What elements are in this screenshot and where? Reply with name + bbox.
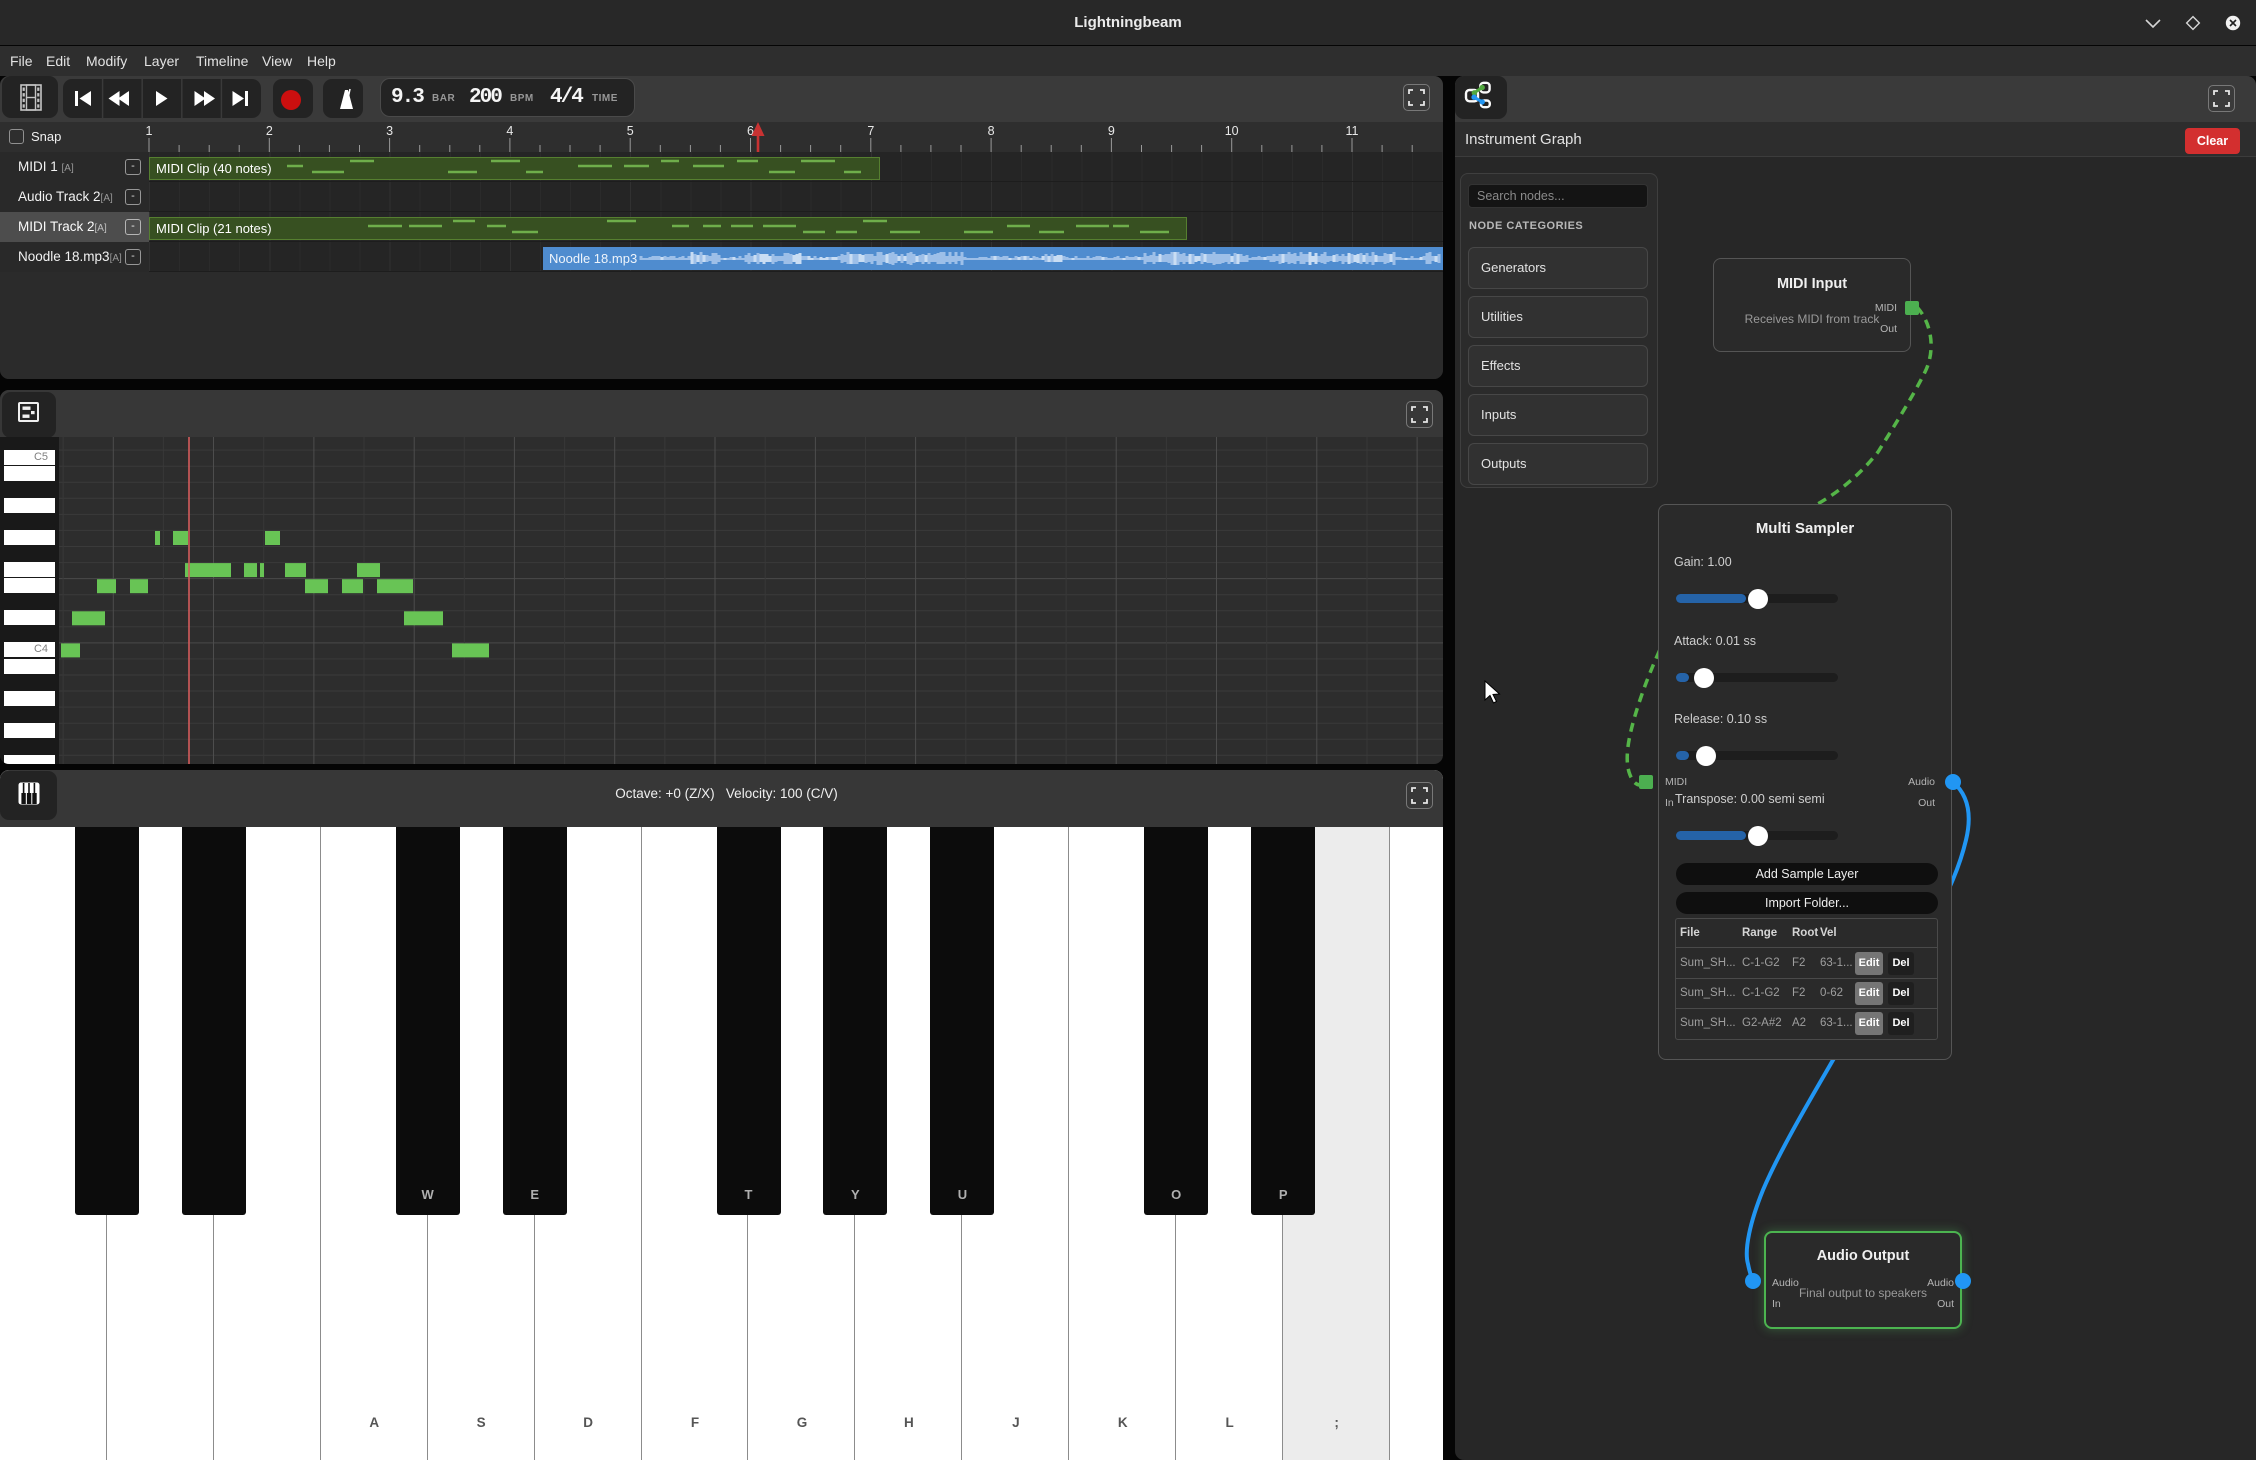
svg-text:2: 2 xyxy=(266,124,273,138)
svg-text:4: 4 xyxy=(506,124,513,138)
svg-text:10: 10 xyxy=(1225,124,1239,138)
svg-text:9: 9 xyxy=(1108,124,1115,138)
svg-text:11: 11 xyxy=(1346,124,1359,138)
svg-text:1: 1 xyxy=(146,124,153,138)
svg-text:3: 3 xyxy=(386,124,393,138)
svg-text:5: 5 xyxy=(627,124,634,138)
svg-text:8: 8 xyxy=(988,124,995,138)
svg-text:7: 7 xyxy=(867,124,874,138)
